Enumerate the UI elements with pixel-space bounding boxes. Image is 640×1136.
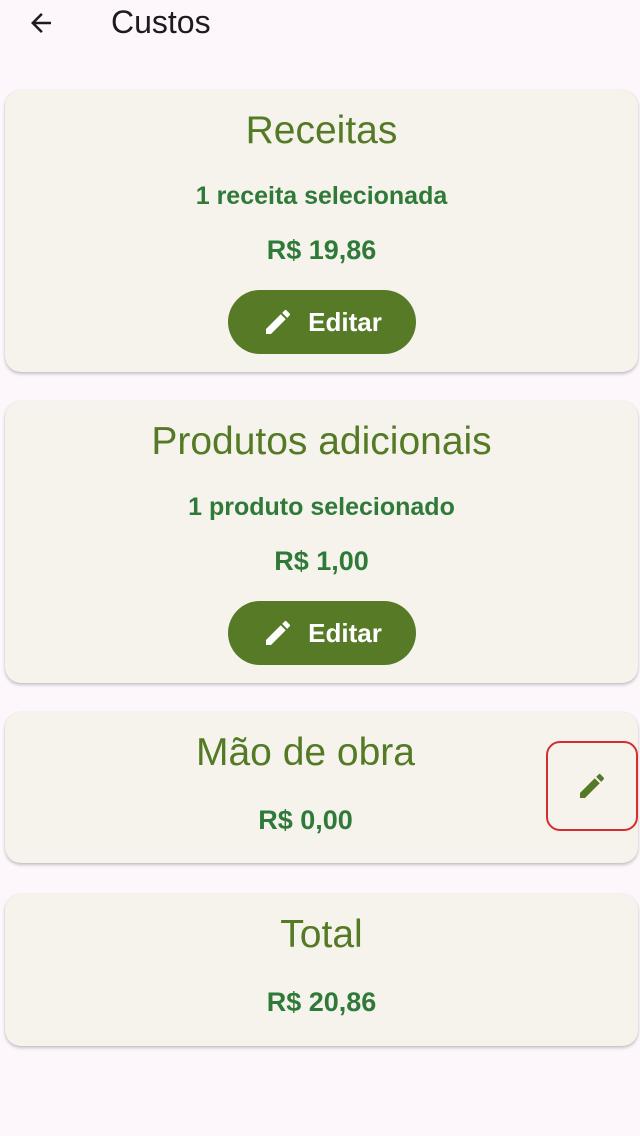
produtos-card: Produtos adicionais 1 produto selecionad… — [5, 401, 638, 683]
receitas-card: Receitas 1 receita selecionada R$ 19,86 … — [5, 90, 638, 372]
receitas-title: Receitas — [245, 109, 398, 152]
pencil-icon — [266, 620, 291, 645]
edit-receitas-label: Editar — [308, 307, 382, 337]
produtos-amount: R$ 1,00 — [274, 546, 369, 576]
back-button[interactable] — [22, 4, 60, 42]
arrow-left-icon — [31, 13, 51, 33]
produtos-title: Produtos adicionais — [151, 420, 492, 463]
total-card: Total R$ 20,86 — [5, 894, 638, 1046]
edit-receitas-button[interactable]: Editar — [228, 290, 416, 354]
receitas-amount: R$ 19,86 — [266, 235, 377, 265]
total-amount: R$ 20,86 — [266, 987, 377, 1017]
edit-mao-de-obra-button[interactable] — [546, 741, 638, 831]
mao-de-obra-card: Mão de obra R$ 0,00 — [5, 712, 638, 863]
produtos-subtitle: 1 produto selecionado — [188, 493, 455, 521]
pencil-icon — [580, 773, 605, 798]
page-title: Custos — [111, 4, 211, 40]
pencil-icon — [266, 309, 291, 334]
edit-produtos-label: Editar — [308, 618, 382, 648]
mao-de-obra-title: Mão de obra — [196, 731, 415, 774]
total-title: Total — [280, 913, 363, 956]
mao-de-obra-amount: R$ 0,00 — [258, 805, 353, 835]
receitas-subtitle: 1 receita selecionada — [195, 182, 448, 210]
edit-produtos-button[interactable]: Editar — [228, 601, 416, 665]
app-bar: Custos — [0, 0, 640, 48]
